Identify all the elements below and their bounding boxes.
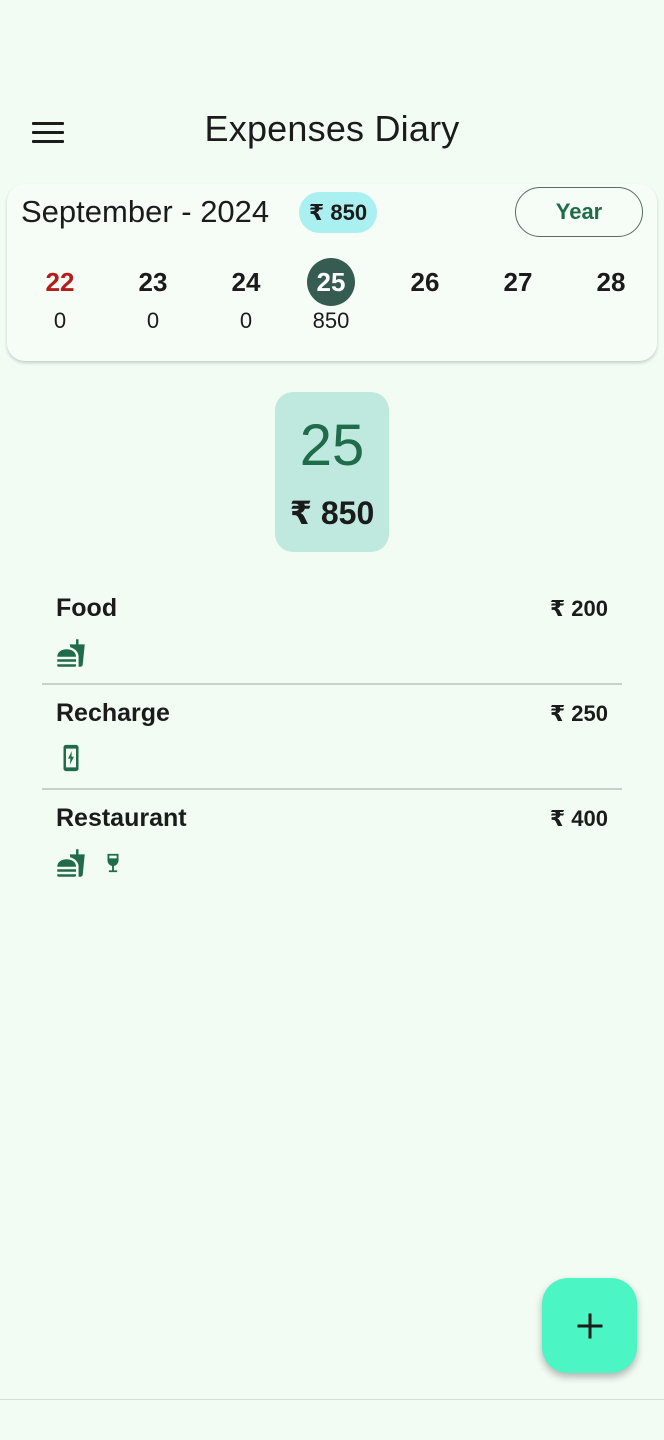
day-amount: 0 [146,308,160,333]
expense-name: Food [56,594,118,622]
mobile-charging-icon [56,743,86,773]
selected-day-summary: 25 ₹ 850 [275,392,389,552]
wine-glass-icon [102,850,124,876]
fastfood-icon [56,638,86,668]
day-number: 26 [410,267,440,297]
day-number: 23 [138,267,168,297]
day-26[interactable]: 26 [395,258,455,334]
day-27[interactable]: 27 [488,258,548,334]
day-amount [395,308,455,334]
day-number: 27 [503,267,533,297]
add-expense-button[interactable] [542,1278,637,1373]
month-card: September - 2024 ₹ 850 Year 22 0 23 0 24… [7,184,657,361]
day-22[interactable]: 22 0 [30,258,90,334]
fastfood-icon [56,848,86,878]
selected-day-total: ₹ 850 [289,495,375,531]
expense-item-food[interactable]: Food ₹ 200 [42,580,622,685]
expense-tags [56,848,124,878]
app-title: Expenses Diary [204,108,460,149]
year-button[interactable]: Year [515,187,643,237]
day-number-selected: 25 [307,258,355,306]
day-24[interactable]: 24 0 [216,258,276,334]
expense-item-restaurant[interactable]: Restaurant ₹ 400 [42,790,622,895]
expense-amount: ₹ 250 [549,701,608,726]
expense-name: Recharge [56,699,170,727]
day-amount [488,308,548,334]
plus-icon [577,1313,602,1338]
bottom-divider [0,1399,664,1400]
day-amount: 0 [239,308,253,333]
expense-list: Food ₹ 200 Recharge ₹ 250 Restaurant ₹ 4… [42,580,622,895]
day-28[interactable]: 28 [581,258,641,334]
day-25-selected[interactable]: 25 850 [301,258,361,334]
expense-item-recharge[interactable]: Recharge ₹ 250 [42,685,622,790]
expense-name: Restaurant [56,804,187,832]
day-number: 28 [596,267,626,297]
expense-tags [56,743,86,773]
expense-amount: ₹ 200 [549,596,608,621]
expense-tags [56,638,86,668]
day-23[interactable]: 23 0 [123,258,183,334]
day-number: 24 [231,267,261,297]
month-total-badge: ₹ 850 [299,192,377,233]
day-amount: 0 [53,308,67,333]
month-title: September - 2024 [21,194,270,229]
day-amount: 850 [312,308,350,333]
app-bar: Expenses Diary [0,92,664,172]
expenses-diary-screen: Expenses Diary September - 2024 ₹ 850 Ye… [0,0,664,1440]
selected-day-number: 25 [299,413,365,478]
expense-amount: ₹ 400 [549,806,608,831]
day-amount [581,308,641,334]
day-number: 22 [45,267,75,297]
